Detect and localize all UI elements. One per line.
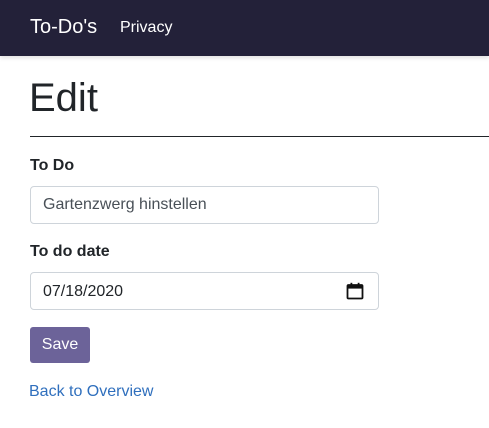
todo-date-input[interactable]: 07/18/2020 xyxy=(30,272,379,310)
todo-input[interactable] xyxy=(30,186,379,224)
page-title: Edit xyxy=(29,76,98,120)
nav-link-privacy[interactable]: Privacy xyxy=(120,18,172,38)
save-button[interactable]: Save xyxy=(30,327,90,363)
todo-label: To Do xyxy=(30,157,75,174)
todo-date-label: To do date xyxy=(30,243,110,260)
back-to-overview-link[interactable]: Back to Overview xyxy=(29,382,153,402)
divider xyxy=(30,136,489,137)
navbar: To-Do's Privacy xyxy=(0,0,489,56)
todo-date-value: 07/18/2020 xyxy=(43,283,124,300)
navbar-brand[interactable]: To-Do's xyxy=(30,15,97,39)
calendar-icon[interactable] xyxy=(346,282,364,300)
